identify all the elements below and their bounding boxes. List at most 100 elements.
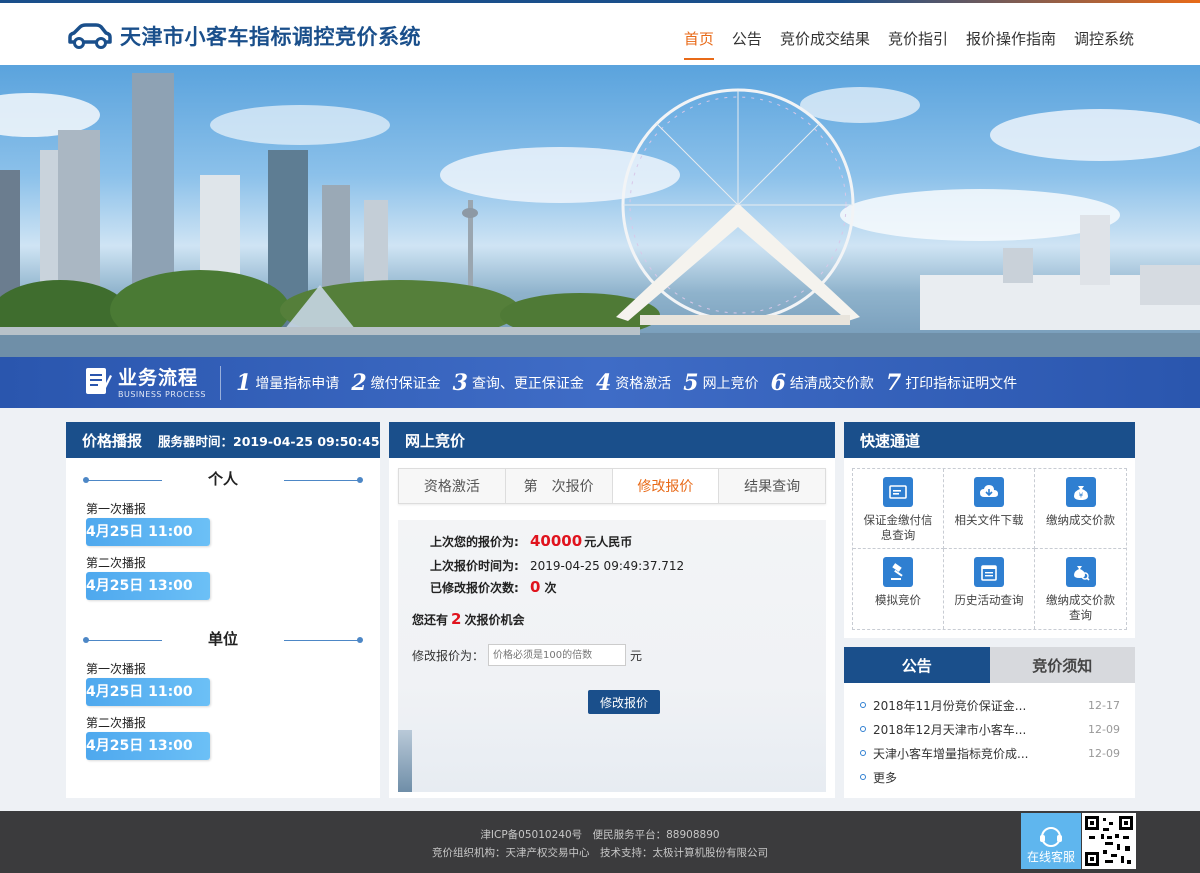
quick-label: 保证金缴付信息查询: [863, 513, 933, 542]
online-bid-title: 网上竞价: [405, 431, 466, 450]
list-item[interactable]: 2018年12月天津市小客车... 12-09: [860, 717, 1120, 741]
process-step-7[interactable]: 7 打印指标证明文件: [886, 370, 1017, 396]
personal-second-time: 4月25日 13:00: [86, 572, 210, 600]
personal-title-text: 个人: [207, 470, 238, 488]
server-time-label: 服务器时间：: [158, 433, 234, 449]
step-label: 查询、更正保证金: [471, 376, 584, 392]
process-step-4[interactable]: 4 资格激活: [596, 370, 671, 396]
price-broadcast-title: 价格播报: [82, 431, 143, 450]
quick-pay-price[interactable]: ¥ 缴纳成交价款: [1035, 469, 1126, 549]
site-logo[interactable]: 天津市小客车指标调控竞价系统: [66, 21, 421, 51]
quick-access-grid: 保证金缴付信息查询 相关文件下载 ¥ 缴纳成交价款 模拟竞价 历史活动查询 缴纳…: [852, 468, 1127, 630]
nav-control-system[interactable]: 调控系统: [1074, 28, 1134, 60]
notice-list: 2018年11月份竞价保证金... 12-17 2018年12月天津市小客车..…: [860, 693, 1120, 789]
step-number: 2: [351, 370, 367, 396]
personal-group: 个人 第一次播报 4月25日 11:00 第二次播报 4月25日 13:00: [66, 468, 380, 600]
notice-title: 2018年11月份竞价保证金...: [873, 698, 1027, 713]
quick-label: 历史活动查询: [954, 593, 1024, 607]
tab-result-query[interactable]: 结果查询: [719, 469, 825, 503]
nav-bid-guide[interactable]: 竞价指引: [888, 28, 948, 60]
calendar-icon: [974, 557, 1004, 587]
more-link[interactable]: 更多: [860, 765, 1120, 789]
process-divider: [220, 366, 221, 400]
money-search-icon: [1065, 557, 1096, 587]
tab-bid-rules[interactable]: 竞价须知: [989, 647, 1135, 683]
server-time: 服务器时间：2019-04-25 09:50:45: [158, 431, 380, 450]
chance-number: 2: [451, 610, 462, 628]
notice-panel: 公告 竞价须知 2018年11月份竞价保证金... 12-17 2018年12月…: [844, 647, 1135, 798]
modify-count-value: 0: [530, 578, 541, 596]
server-time-value: 2019-04-25 09:50:45: [233, 433, 380, 449]
step-label: 网上竞价: [702, 376, 759, 392]
business-process-bar: 业务流程 BUSINESS PROCESS 1 增量指标申请 2 缴付保证金 3 查询…: [0, 357, 1200, 408]
quick-mock-bid[interactable]: 模拟竞价: [853, 549, 944, 629]
modify-count-unit: 次: [544, 580, 557, 595]
more-label: 更多: [873, 770, 898, 785]
step-label: 缴付保证金: [370, 376, 441, 392]
process-title-cn: 业务流程: [118, 367, 199, 389]
headset-icon: [1040, 827, 1062, 847]
company-first-time: 4月25日 11:00: [86, 678, 210, 706]
step-label: 增量指标申请: [255, 376, 340, 392]
card-icon: [883, 477, 913, 507]
company-group: 单位 第一次播报 4月25日 11:00 第二次播报 4月25日 13:00: [66, 628, 380, 760]
last-price-unit: 元人民币: [584, 534, 633, 549]
money-bag-icon: ¥: [1065, 477, 1096, 507]
list-item[interactable]: 2018年11月份竞价保证金... 12-17: [860, 693, 1120, 717]
online-service-label: 在线客服: [1026, 850, 1075, 864]
step-number: 7: [885, 370, 902, 396]
quick-deposit-query[interactable]: 保证金缴付信息查询: [853, 469, 944, 549]
divider-line: [284, 477, 363, 483]
personal-second-label: 第二次播报: [86, 556, 147, 570]
online-service-button[interactable]: 在线客服: [1021, 813, 1081, 869]
list-item[interactable]: 天津小客车增量指标竞价成... 12-09: [860, 741, 1120, 765]
process-step-6[interactable]: 6 结清成交价款: [771, 370, 874, 396]
cloud-download-icon: [974, 477, 1004, 507]
step-number: 4: [595, 370, 612, 396]
divider-line: [284, 637, 363, 643]
bullet-icon: [860, 702, 866, 708]
notice-date: 12-09: [1088, 746, 1120, 760]
chance-suffix: 次报价机会: [464, 613, 525, 627]
process-step-2[interactable]: 2 缴付保证金: [351, 370, 440, 396]
notice-date: 12-09: [1088, 722, 1120, 736]
remaining-chances: 您还有 2 次报价机会: [412, 610, 524, 628]
process-step-3[interactable]: 3 查询、更正保证金: [453, 370, 584, 396]
nav-notice[interactable]: 公告: [732, 28, 762, 60]
nav-bid-results[interactable]: 竞价成交结果: [780, 28, 870, 60]
tab-qualification-activation[interactable]: 资格激活: [399, 469, 506, 503]
quick-history-query[interactable]: 历史活动查询: [944, 549, 1035, 629]
personal-first-label: 第一次播报: [86, 502, 147, 516]
nav-operation-guide[interactable]: 报价操作指南: [966, 28, 1056, 60]
modify-price-label: 修改报价为：: [412, 648, 485, 663]
qr-code-image: [1082, 813, 1136, 869]
bullet-icon: [860, 774, 866, 780]
modify-count-label: 已修改报价次数:: [430, 580, 519, 595]
modify-bid-button[interactable]: 修改报价: [588, 690, 660, 714]
quick-file-download[interactable]: 相关文件下载: [944, 469, 1035, 549]
main-nav: 首页 公告 竞价成交结果 竞价指引 报价操作指南 调控系统: [666, 28, 1134, 60]
nav-home[interactable]: 首页: [683, 28, 714, 60]
tab-nth-bid[interactable]: 第 次报价: [506, 469, 613, 503]
bullet-icon: [860, 726, 866, 732]
process-step-5[interactable]: 5 网上竞价: [683, 370, 758, 396]
quick-label: 缴纳成交价款: [1046, 513, 1115, 527]
quick-label: 缴纳成交价款查询: [1046, 593, 1115, 622]
car-icon: [68, 23, 112, 49]
decorative-building-image: [398, 730, 412, 792]
city-banner-image: [0, 65, 1200, 357]
bullet-icon: [860, 750, 866, 756]
modify-price-input[interactable]: [488, 644, 627, 666]
tab-modify-bid[interactable]: 修改报价: [612, 469, 720, 503]
step-number: 6: [770, 370, 786, 396]
quick-label: 相关文件下载: [954, 513, 1024, 527]
modify-price-unit: 元: [630, 648, 643, 663]
notice-tabs: 公告 竞价须知: [844, 647, 1135, 683]
step-label: 结清成交价款: [789, 376, 874, 392]
quick-payment-query[interactable]: 缴纳成交价款查询: [1035, 549, 1126, 629]
process-steps: 1 增量指标申请 2 缴付保证金 3 查询、更正保证金 4 资格激活 5 网上竞价 6 结清…: [236, 370, 1029, 396]
tab-notice[interactable]: 公告: [844, 647, 990, 683]
process-step-1[interactable]: 1 增量指标申请: [236, 370, 339, 396]
online-bid-header: 网上竞价: [389, 422, 835, 458]
company-second-label: 第二次播报: [86, 716, 147, 730]
